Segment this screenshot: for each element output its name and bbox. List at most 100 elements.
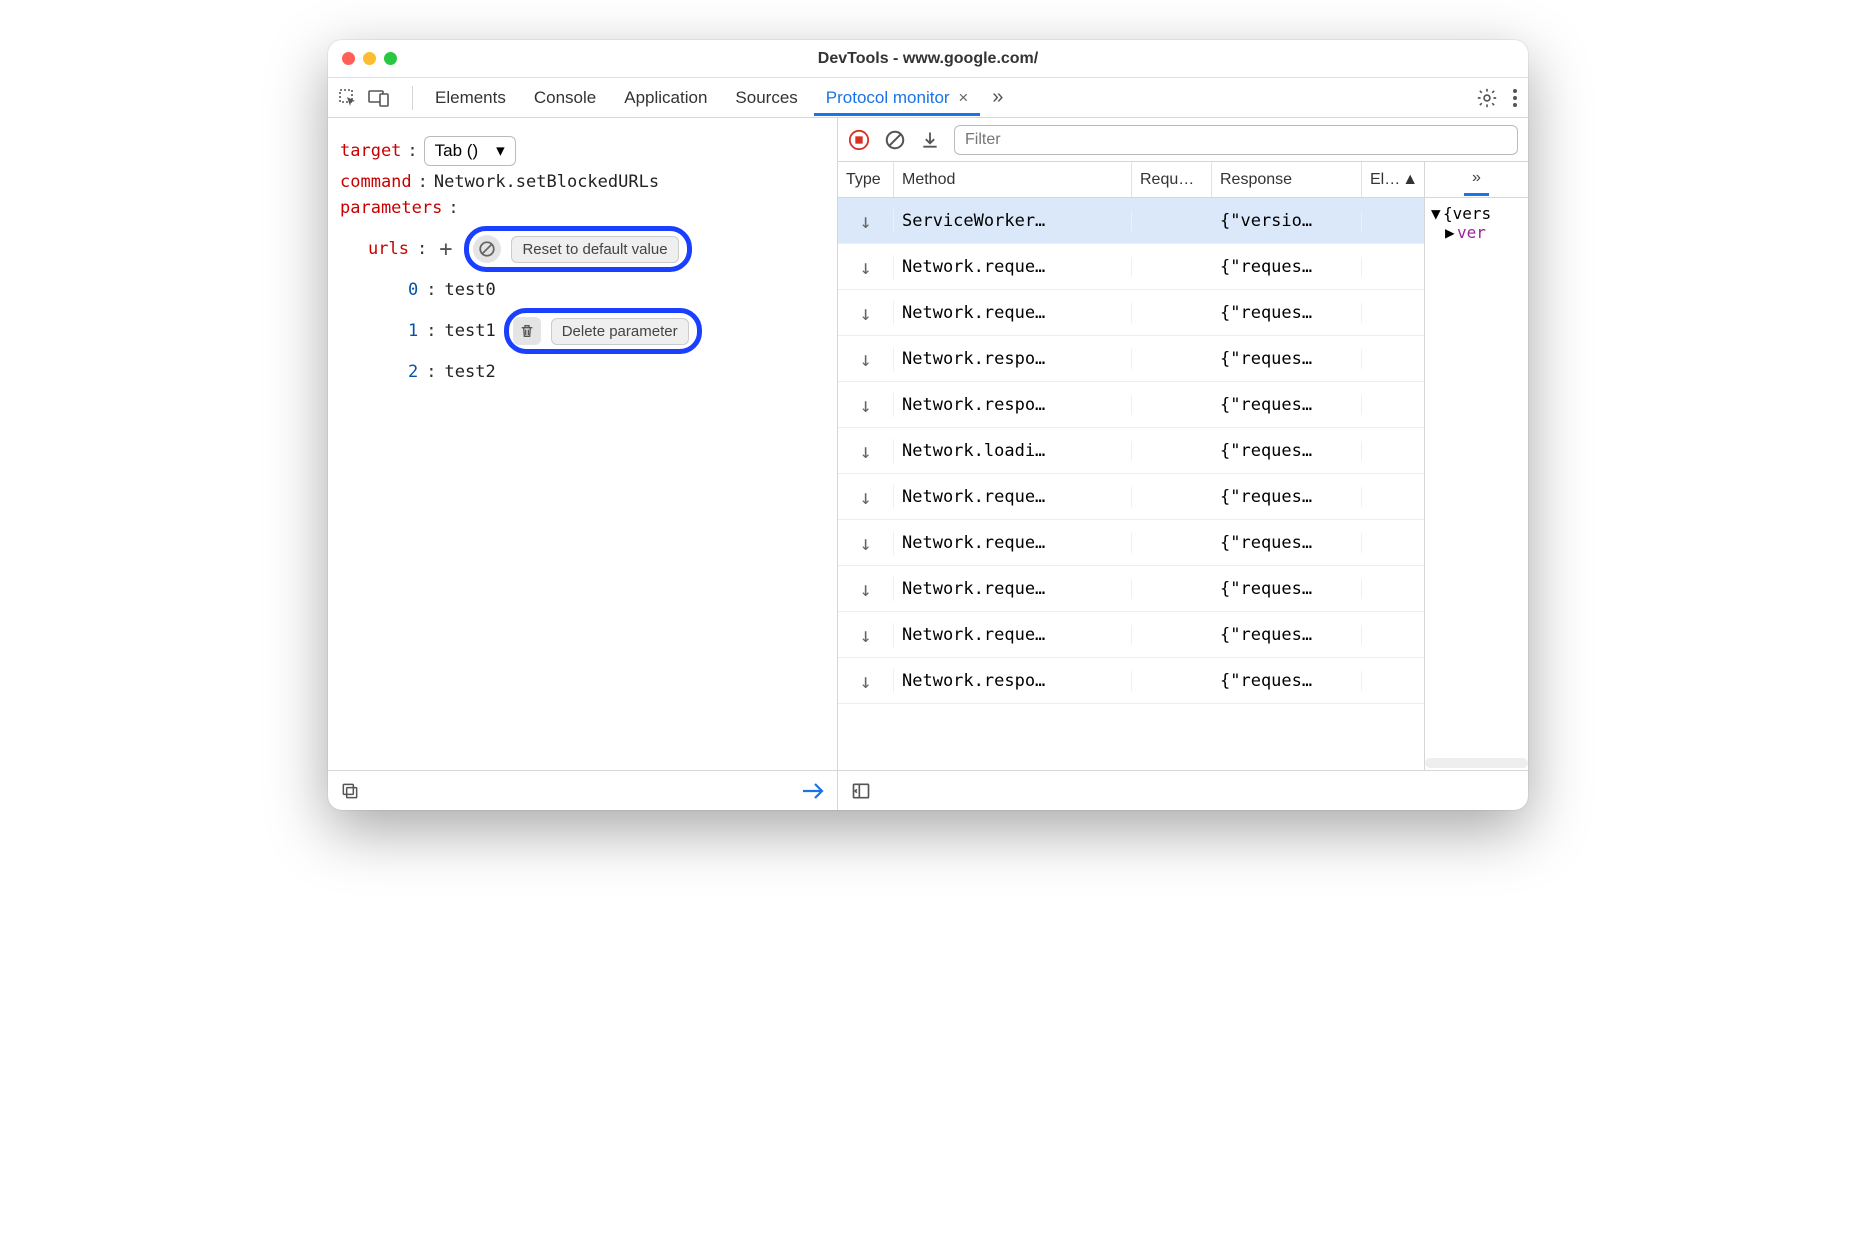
dropdown-icon: ▾ (496, 141, 505, 161)
grid-row[interactable]: ↓Network.respo… {"reques… (838, 336, 1424, 382)
filter-input[interactable] (954, 125, 1518, 155)
grid-row[interactable]: ↓Network.respo…{"reques… (838, 658, 1424, 704)
monitor-footer (838, 770, 1528, 810)
divider (412, 86, 413, 110)
target-select[interactable]: Tab () ▾ (424, 136, 516, 166)
details-aside: » ▼{vers ▶ver (1424, 162, 1528, 770)
type-cell: ↓ (838, 439, 894, 463)
grid-row[interactable]: ↓Network.reque…{"reques… (838, 520, 1424, 566)
response-cell: {"reques… (1212, 625, 1362, 645)
aside-body: ▼{vers ▶ver (1425, 198, 1528, 770)
response-cell: {"reques… (1212, 441, 1362, 461)
tree-root-label: {vers (1443, 204, 1491, 223)
target-select-value: Tab () (435, 141, 478, 161)
grid-row[interactable]: ↓Network.respo…{"reques… (838, 382, 1424, 428)
url-value-2[interactable]: test2 (445, 362, 496, 382)
col-request[interactable]: Requ… (1132, 162, 1212, 197)
type-cell: ↓ (838, 209, 894, 233)
record-icon[interactable] (848, 129, 870, 151)
type-cell: ↓ (838, 669, 894, 693)
method-cell: Network.respo… (894, 671, 1132, 691)
send-command-icon[interactable] (801, 781, 825, 801)
method-cell: Network.respo… (894, 395, 1132, 415)
protocol-grid: Type Method Requ… Response El… ▲ ↓Servic… (838, 162, 1424, 770)
type-cell: ↓ (838, 577, 894, 601)
tabstrip: Elements Console Application Sources Pro… (328, 78, 1528, 118)
device-toolbar-icon[interactable] (368, 89, 390, 107)
response-cell: {"reques… (1212, 579, 1362, 599)
delete-parameter-callout: Delete parameter (504, 308, 702, 354)
method-cell: Network.reque… (894, 487, 1132, 507)
grid-body[interactable]: ↓ServiceWorker…{"versio…↓Network.reque…{… (838, 198, 1424, 770)
tab-elements[interactable]: Elements (423, 80, 518, 116)
command-editor-footer (328, 770, 837, 810)
sort-asc-icon: ▲ (1402, 171, 1418, 189)
grid-row[interactable]: ↓Network.reque… {"reques… (838, 474, 1424, 520)
url-value-1[interactable]: test1 (445, 321, 496, 341)
url-index-1: 1 (408, 321, 418, 341)
reset-default-button[interactable] (473, 235, 501, 263)
download-icon[interactable] (920, 129, 940, 151)
url-index-2: 2 (408, 362, 418, 382)
grid-row[interactable]: ↓Network.reque… {"reques… (838, 566, 1424, 612)
tree-root[interactable]: ▼{vers (1431, 204, 1522, 223)
type-cell: ↓ (838, 301, 894, 325)
toggle-drawer-icon[interactable] (850, 781, 872, 801)
method-cell: Network.reque… (894, 257, 1132, 277)
inspect-icon[interactable] (338, 88, 358, 108)
tab-console[interactable]: Console (522, 80, 608, 116)
monitor-toolbar (838, 118, 1528, 162)
col-method[interactable]: Method (894, 162, 1132, 197)
tab-sources[interactable]: Sources (723, 80, 809, 116)
aside-scrollbar[interactable] (1425, 758, 1528, 768)
response-cell: {"reques… (1212, 349, 1362, 369)
method-cell: Network.reque… (894, 579, 1132, 599)
kebab-menu-icon[interactable] (1512, 88, 1518, 108)
close-window-button[interactable] (342, 52, 355, 65)
method-cell: Network.respo… (894, 349, 1132, 369)
response-cell: {"reques… (1212, 395, 1362, 415)
col-elapsed[interactable]: El… ▲ (1362, 162, 1424, 197)
tree-prop[interactable]: ▶ver (1431, 223, 1522, 242)
zoom-window-button[interactable] (384, 52, 397, 65)
type-cell: ↓ (838, 485, 894, 509)
response-cell: {"reques… (1212, 257, 1362, 277)
tab-application[interactable]: Application (612, 80, 719, 116)
method-cell: Network.reque… (894, 625, 1132, 645)
tree-prop-label: ver (1457, 223, 1486, 242)
grid-row[interactable]: ↓Network.reque… {"reques… (838, 244, 1424, 290)
grid-row[interactable]: ↓Network.loadi…{"reques… (838, 428, 1424, 474)
window-title: DevTools - www.google.com/ (328, 50, 1528, 68)
type-cell: ↓ (838, 255, 894, 279)
delete-parameter-button[interactable] (513, 317, 541, 345)
clear-icon[interactable] (884, 129, 906, 151)
urls-key: urls (368, 239, 409, 259)
tab-protocol-monitor[interactable]: Protocol monitor × (814, 80, 980, 116)
response-cell: {"versio… (1212, 211, 1362, 231)
target-key: target (340, 141, 401, 161)
command-editor-pane: target: Tab () ▾ command: Network.setBlo… (328, 118, 838, 810)
grid-row[interactable]: ↓Network.reque… {"reques… (838, 290, 1424, 336)
url-value-0[interactable]: test0 (445, 280, 496, 300)
col-type[interactable]: Type (838, 162, 894, 197)
col-response[interactable]: Response (1212, 162, 1362, 197)
response-cell: {"reques… (1212, 487, 1362, 507)
settings-icon[interactable] (1476, 87, 1498, 109)
window-controls (342, 52, 397, 65)
type-cell: ↓ (838, 347, 894, 371)
delete-parameter-label: Delete parameter (551, 318, 689, 345)
more-tabs-icon[interactable]: » (984, 82, 1011, 113)
grid-row[interactable]: ↓Network.reque…{"reques… (838, 612, 1424, 658)
method-cell: ServiceWorker… (894, 211, 1132, 231)
devtools-window: DevTools - www.google.com/ Elements Cons… (328, 40, 1528, 810)
aside-more-icon[interactable]: » (1464, 163, 1489, 196)
copy-icon[interactable] (340, 781, 360, 801)
response-cell: {"reques… (1212, 303, 1362, 323)
minimize-window-button[interactable] (363, 52, 376, 65)
grid-row[interactable]: ↓ServiceWorker… {"versio… (838, 198, 1424, 244)
method-cell: Network.reque… (894, 303, 1132, 323)
titlebar: DevTools - www.google.com/ (328, 40, 1528, 78)
close-tab-icon[interactable]: × (958, 88, 968, 107)
type-cell: ↓ (838, 531, 894, 555)
add-url-icon[interactable]: + (435, 237, 456, 262)
